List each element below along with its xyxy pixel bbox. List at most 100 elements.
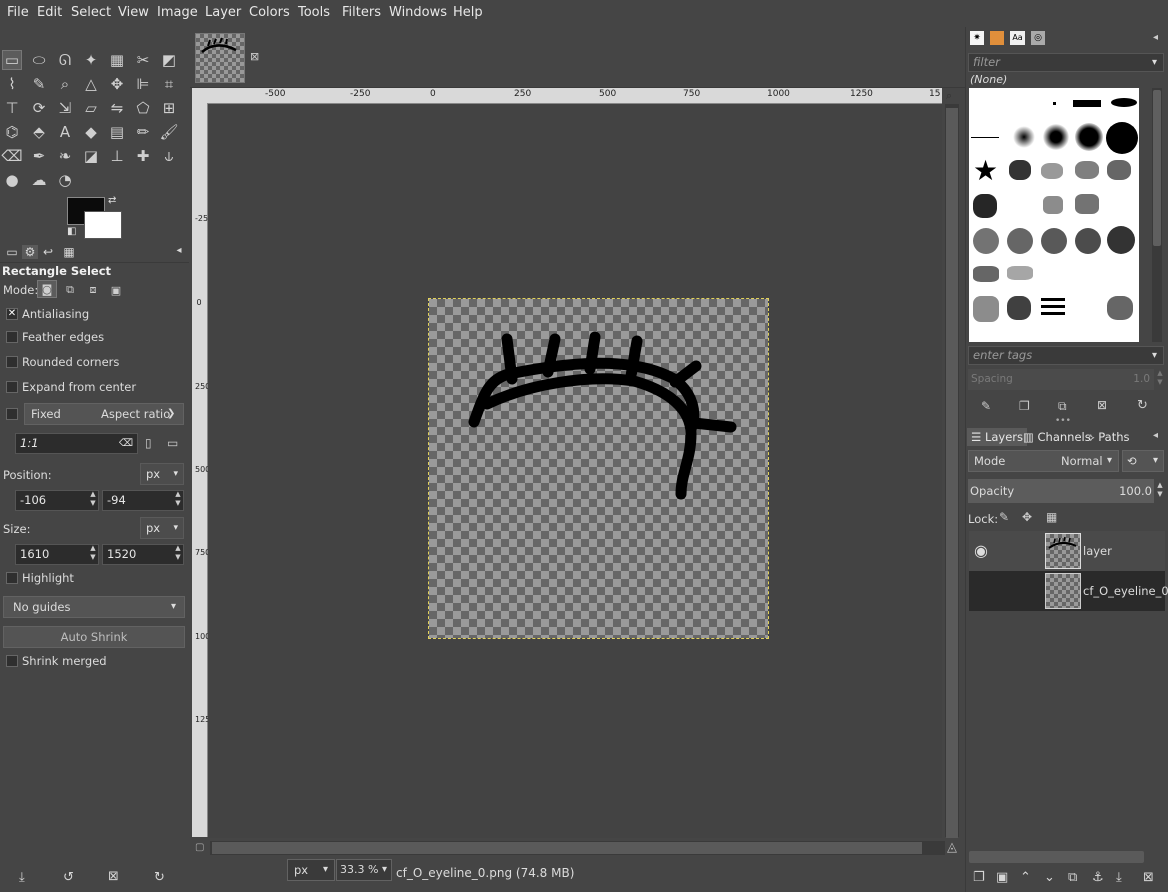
free-select-tool-icon[interactable]: ᘏ xyxy=(55,50,75,70)
save-tool-preset-icon[interactable]: ⤓ xyxy=(19,870,25,885)
delete-tool-preset-icon[interactable]: ⊠ xyxy=(108,869,119,884)
raise-layer-icon[interactable]: ⌃ xyxy=(1020,870,1031,885)
scale-tool-icon[interactable]: ⇲ xyxy=(55,98,75,118)
feather-edges-checkbox[interactable] xyxy=(6,331,18,343)
shrink-merged-checkbox[interactable] xyxy=(6,655,18,667)
brush-block[interactable] xyxy=(1073,100,1101,107)
merge-down-icon[interactable]: ⤓ xyxy=(1116,870,1122,885)
antialiasing-checkbox[interactable]: ✕ xyxy=(6,308,18,320)
fuzzy-select-tool-icon[interactable]: ✦ xyxy=(81,50,101,70)
clone-tool-icon[interactable]: ⊥ xyxy=(107,146,127,166)
horizontal-scrollbar-thumb[interactable] xyxy=(212,842,922,854)
align-tool-icon[interactable]: ⊫ xyxy=(133,74,153,94)
edit-brush-icon[interactable]: ✎ xyxy=(981,399,991,413)
opacity-slider[interactable]: Opacity 100.0 xyxy=(968,479,1154,503)
select-by-color-tool-icon[interactable]: ▦ xyxy=(107,50,127,70)
duplicate-layer-icon[interactable]: ⧉ xyxy=(1068,870,1077,885)
mode-intersect-icon[interactable]: ▣ xyxy=(106,280,126,300)
brush-texture[interactable] xyxy=(1075,194,1099,214)
brush-scrollbar-thumb[interactable] xyxy=(1153,90,1161,246)
layer-mode-dropdown[interactable]: Mode Normal ▾ xyxy=(968,450,1119,472)
cage-tool-icon[interactable]: ⊞ xyxy=(159,98,179,118)
measure-tool-icon[interactable]: △ xyxy=(81,74,101,94)
smudge-tool-icon[interactable]: ☁ xyxy=(29,170,49,190)
rounded-corners-checkbox[interactable] xyxy=(6,356,18,368)
swap-colors-icon[interactable]: ⇄ xyxy=(108,195,116,206)
images-tab-icon[interactable]: ▦ xyxy=(61,245,77,259)
mode-replace-icon[interactable]: ◙ xyxy=(37,280,57,298)
position-unit-dropdown[interactable]: px ▾ xyxy=(140,463,184,485)
brush-line[interactable] xyxy=(1041,312,1065,315)
ratio-input[interactable]: 1:1 ⌫ xyxy=(15,433,138,454)
eraser-tool-icon[interactable]: ⌫ xyxy=(1,146,22,166)
mode-add-icon[interactable]: ⧉ xyxy=(60,280,80,300)
toggle-quick-mask-icon[interactable]: ▢ xyxy=(195,842,204,853)
image-tab-thumbnail[interactable] xyxy=(195,33,245,83)
auto-shrink-button[interactable]: Auto Shrink xyxy=(3,626,185,648)
move-tool-icon[interactable]: ✥ xyxy=(107,74,127,94)
size-height-spinner-icon[interactable]: ▲ ▼ xyxy=(173,544,183,565)
zoom-tool-icon[interactable]: ⌕ xyxy=(55,74,75,94)
brush-texture[interactable] xyxy=(1007,266,1033,280)
default-colors-icon[interactable]: ◧ xyxy=(67,226,76,237)
menu-image[interactable]: Image xyxy=(157,5,198,20)
tab-paths[interactable]: ⟡ Paths xyxy=(1083,428,1134,446)
brush-ellipse[interactable] xyxy=(1111,98,1137,107)
menu-tools[interactable]: Tools xyxy=(298,5,330,20)
spacing-slider[interactable]: Spacing 1.0 xyxy=(968,369,1154,390)
menu-layer[interactable]: Layer xyxy=(205,5,241,20)
brush-star-icon[interactable]: ★ xyxy=(973,154,998,187)
brush-filter-input[interactable]: filter ▾ xyxy=(968,53,1164,72)
delete-layer-icon[interactable]: ⊠ xyxy=(1143,870,1154,885)
brush-hard-circle[interactable] xyxy=(1106,122,1138,154)
menu-help[interactable]: Help xyxy=(453,5,483,20)
ellipse-select-tool-icon[interactable]: ⬭ xyxy=(29,50,49,70)
crop-tool-icon[interactable]: ⌗ xyxy=(159,74,179,94)
dock-resize-grip[interactable]: ••• xyxy=(1055,416,1071,426)
lock-pixels-icon[interactable]: ✎ xyxy=(999,510,1009,524)
brush-texture[interactable] xyxy=(1075,228,1101,254)
perspective-clone-tool-icon[interactable]: ⫝ xyxy=(159,146,179,166)
size-unit-dropdown[interactable]: px ▾ xyxy=(140,517,184,539)
new-layer-group-icon[interactable]: ▣ xyxy=(996,870,1008,885)
gradient-tool-icon[interactable]: ▤ xyxy=(107,122,127,142)
position-y-input[interactable]: -94 xyxy=(102,490,184,511)
panel-menu-icon[interactable]: ◂ xyxy=(171,245,187,259)
mypaint-brush-tool-icon[interactable]: ◪ xyxy=(81,146,101,166)
brush-fuzzy-large[interactable] xyxy=(1075,123,1103,151)
refresh-brushes-icon[interactable]: ↻ xyxy=(1137,398,1148,413)
size-width-input[interactable]: 1610 xyxy=(15,544,99,565)
new-brush-icon[interactable]: ❐ xyxy=(1019,399,1030,413)
expand-from-center-checkbox[interactable] xyxy=(6,381,18,393)
ink-tool-icon[interactable]: ❧ xyxy=(55,146,75,166)
patterns-tab-icon[interactable] xyxy=(990,31,1004,45)
scissors-tool-icon[interactable]: ✂ xyxy=(133,50,153,70)
layer-row[interactable]: ◉ layer xyxy=(969,531,1165,571)
color-picker-tool-icon[interactable]: ✎ xyxy=(29,74,49,94)
highlight-checkbox[interactable] xyxy=(6,572,18,584)
undo-history-tab-icon[interactable]: ↩ xyxy=(40,245,56,259)
new-layer-icon[interactable]: ❐ xyxy=(973,870,985,885)
size-height-input[interactable]: 1520 xyxy=(102,544,184,565)
perspective-tool-icon[interactable]: ⬠ xyxy=(133,98,153,118)
fixed-checkbox[interactable] xyxy=(6,408,18,420)
brush-texture[interactable] xyxy=(1043,196,1063,214)
panel-menu-icon[interactable]: ◂ xyxy=(1153,430,1158,441)
menu-windows[interactable]: Windows xyxy=(389,5,447,20)
brush-tags-input[interactable]: enter tags ▾ xyxy=(968,346,1164,365)
brush-texture[interactable] xyxy=(973,228,999,254)
zoom-dropdown[interactable]: 33.3 % ▾ xyxy=(336,859,392,881)
brush-grid[interactable]: ★ xyxy=(969,88,1139,342)
handle-transform-tool-icon[interactable]: ⬘ xyxy=(29,122,49,142)
warp-tool-icon[interactable]: ⌬ xyxy=(2,122,22,142)
device-status-tab-icon[interactable]: ⚙ xyxy=(22,245,38,259)
clear-icon[interactable]: ⌫ xyxy=(119,434,133,453)
menu-filters[interactable]: Filters xyxy=(342,5,381,20)
unified-transform-tool-icon[interactable]: ⊤ xyxy=(2,98,22,118)
paths-tool-icon[interactable]: ⌇ xyxy=(2,74,22,94)
brush-texture[interactable] xyxy=(973,194,997,218)
brush-line[interactable] xyxy=(1041,298,1065,301)
brush-line[interactable] xyxy=(1041,305,1065,308)
vertical-scrollbar-thumb[interactable] xyxy=(946,108,958,838)
text-tool-icon[interactable]: A xyxy=(55,122,75,142)
